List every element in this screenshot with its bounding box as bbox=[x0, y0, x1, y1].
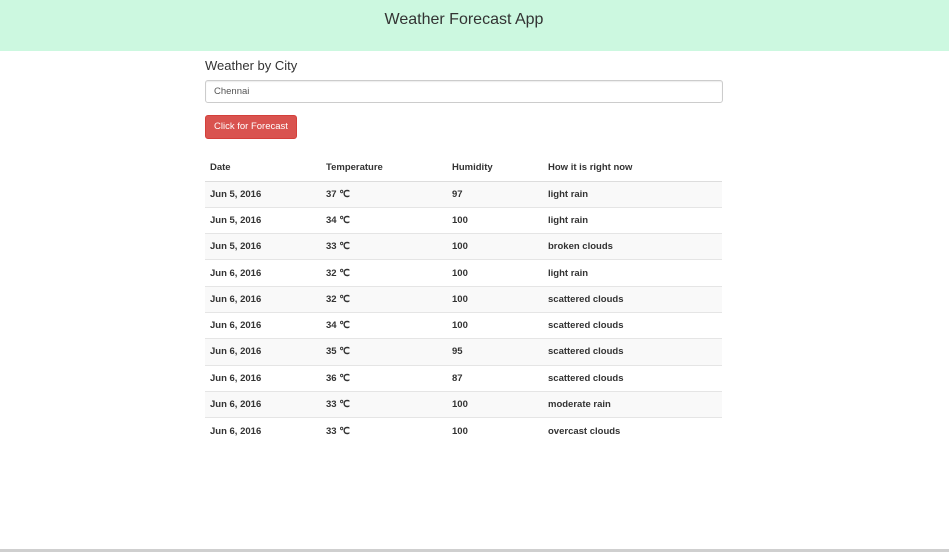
date-cell: Jun 5, 2016 bbox=[205, 181, 321, 208]
city-input[interactable] bbox=[205, 80, 723, 103]
date-cell: Jun 6, 2016 bbox=[205, 338, 321, 366]
temperature-cell: 33 ℃ bbox=[321, 390, 447, 418]
humidity-cell: 100 bbox=[447, 233, 543, 260]
humidity-cell: 87 bbox=[447, 364, 543, 392]
table-row: Jun 6, 2016 32 ℃ 100 scattered clouds bbox=[205, 285, 722, 313]
table-header-row: Date Temperature Humidity How it is righ… bbox=[205, 155, 722, 182]
forecast-table: Date Temperature Humidity How it is righ… bbox=[205, 155, 722, 444]
conditions-cell: light rain bbox=[543, 181, 722, 208]
conditions-cell: scattered clouds bbox=[543, 311, 722, 339]
table-body: Jun 5, 2016 37 ℃ 97 light rain Jun 5, 20… bbox=[205, 181, 722, 444]
table-row: Jun 6, 2016 32 ℃ 100 light rain bbox=[205, 259, 722, 287]
humidity-cell: 95 bbox=[447, 338, 543, 366]
forecast-button[interactable]: Click for Forecast bbox=[205, 115, 297, 139]
conditions-cell: overcast clouds bbox=[543, 417, 722, 444]
temperature-cell: 33 ℃ bbox=[321, 233, 447, 260]
humidity-cell: 100 bbox=[447, 259, 543, 287]
column-header-temperature: Temperature bbox=[321, 155, 447, 182]
humidity-cell: 100 bbox=[447, 417, 543, 444]
date-cell: Jun 5, 2016 bbox=[205, 206, 321, 234]
table-row: Jun 6, 2016 33 ℃ 100 moderate rain bbox=[205, 390, 722, 418]
humidity-cell: 100 bbox=[447, 311, 543, 339]
conditions-cell: scattered clouds bbox=[543, 285, 722, 313]
table-row: Jun 6, 2016 35 ℃ 95 scattered clouds bbox=[205, 338, 722, 366]
date-cell: Jun 5, 2016 bbox=[205, 233, 321, 260]
date-cell: Jun 6, 2016 bbox=[205, 285, 321, 313]
temperature-cell: 32 ℃ bbox=[321, 259, 447, 287]
humidity-cell: 97 bbox=[447, 181, 543, 208]
table-row: Jun 5, 2016 33 ℃ 100 broken clouds bbox=[205, 233, 722, 260]
app-header: Weather Forecast App bbox=[0, 0, 949, 51]
temperature-cell: 34 ℃ bbox=[321, 206, 447, 234]
date-cell: Jun 6, 2016 bbox=[205, 259, 321, 287]
conditions-cell: broken clouds bbox=[543, 233, 722, 260]
column-header-date: Date bbox=[205, 155, 321, 182]
column-header-conditions: How it is right now bbox=[543, 155, 722, 182]
table-row: Jun 6, 2016 34 ℃ 100 scattered clouds bbox=[205, 311, 722, 339]
conditions-cell: moderate rain bbox=[543, 390, 722, 418]
conditions-cell: light rain bbox=[543, 259, 722, 287]
humidity-cell: 100 bbox=[447, 206, 543, 234]
date-cell: Jun 6, 2016 bbox=[205, 390, 321, 418]
temperature-cell: 37 ℃ bbox=[321, 181, 447, 208]
date-cell: Jun 6, 2016 bbox=[205, 364, 321, 392]
temperature-cell: 35 ℃ bbox=[321, 338, 447, 366]
table-row: Jun 5, 2016 37 ℃ 97 light rain bbox=[205, 181, 722, 208]
section-title: Weather by City bbox=[205, 58, 298, 73]
table-row: Jun 5, 2016 34 ℃ 100 light rain bbox=[205, 206, 722, 234]
humidity-cell: 100 bbox=[447, 390, 543, 418]
conditions-cell: scattered clouds bbox=[543, 338, 722, 366]
temperature-cell: 32 ℃ bbox=[321, 285, 447, 313]
temperature-cell: 36 ℃ bbox=[321, 364, 447, 392]
app-title: Weather Forecast App bbox=[384, 11, 544, 28]
conditions-cell: light rain bbox=[543, 206, 722, 234]
conditions-cell: scattered clouds bbox=[543, 364, 722, 392]
date-cell: Jun 6, 2016 bbox=[205, 311, 321, 339]
temperature-cell: 34 ℃ bbox=[321, 311, 447, 339]
date-cell: Jun 6, 2016 bbox=[205, 417, 321, 444]
column-header-humidity: Humidity bbox=[447, 155, 543, 182]
table-row: Jun 6, 2016 36 ℃ 87 scattered clouds bbox=[205, 364, 722, 392]
humidity-cell: 100 bbox=[447, 285, 543, 313]
temperature-cell: 33 ℃ bbox=[321, 417, 447, 444]
table-row: Jun 6, 2016 33 ℃ 100 overcast clouds bbox=[205, 417, 722, 444]
main-content: Weather by City Click for Forecast Date … bbox=[205, 51, 723, 444]
